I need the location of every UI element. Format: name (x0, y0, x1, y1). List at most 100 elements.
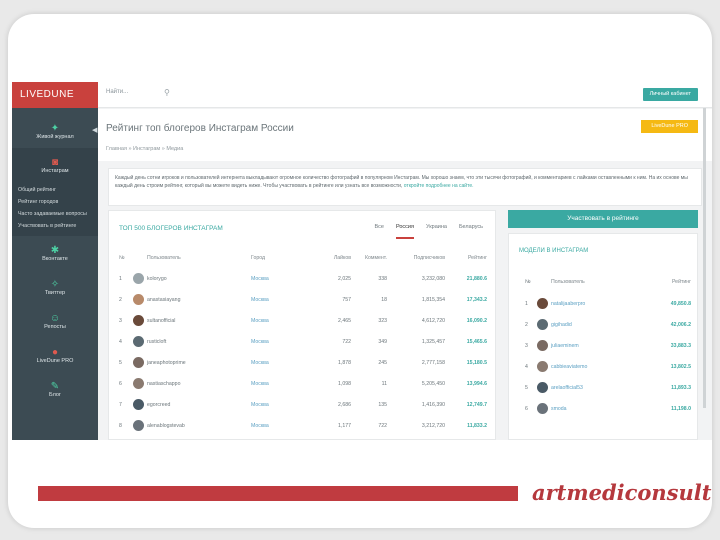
row-user[interactable]: arelaofficial53 (551, 385, 655, 391)
row-city[interactable]: Москва (251, 276, 269, 282)
table-row[interactable]: 2 anastasiayang Москва 757 18 1,815,354 17,343… (119, 290, 487, 310)
avatar[interactable] (133, 272, 144, 284)
sidebar-item-instagram[interactable]: ◙ Инстаграм (12, 148, 98, 182)
collapse-arrow-icon[interactable]: ◀ (92, 126, 97, 134)
row-user[interactable]: anastasiayang (147, 297, 251, 303)
table-row[interactable]: 5 janeaphotoprime Москва 1,878 245 2,777,158 1… (119, 353, 487, 373)
table-row[interactable]: 1 kolorygo Москва 2,025 338 3,232,080 21,880.6 (119, 269, 487, 289)
tab-russia[interactable]: Россия (395, 224, 414, 239)
avatar[interactable] (537, 297, 548, 309)
submenu-item[interactable]: Участвовать в рейтинге (12, 220, 98, 232)
row-city[interactable]: Москва (251, 297, 269, 303)
tab-all[interactable]: Все (374, 224, 383, 239)
tab-belarus[interactable]: Беларусь (459, 224, 483, 239)
row-city[interactable]: Москва (251, 402, 269, 408)
avatar[interactable] (537, 360, 548, 372)
row-user[interactable]: sultanofficial (147, 318, 251, 324)
footer-brand: artmediconsult.ru (532, 480, 712, 505)
avatar[interactable] (537, 402, 548, 414)
row-user[interactable]: egorcreed (147, 402, 251, 408)
row-subscribers: 1,325,457 (421, 339, 445, 345)
screenshot: LIVEDUNE ✦ Живой журнал ◙ Инстаграм Общи… (12, 82, 712, 440)
row-city[interactable]: Москва (251, 339, 269, 345)
row-city[interactable]: Москва (251, 360, 269, 366)
header-likes[interactable]: Лайков (305, 255, 351, 261)
avatar[interactable] (133, 314, 144, 326)
submenu-item[interactable]: Часто задаваемые вопросы (12, 208, 98, 220)
bloggers-table-card: ТОП 500 БЛОГЕРОВ ИНСТАГРАМ Все Россия Ук… (108, 210, 496, 440)
list-item[interactable]: 2 gigihadid 42,006.2 (525, 315, 691, 335)
table-row[interactable]: 7 egorcreed Москва 2,686 135 1,416,390 12,749.… (119, 395, 487, 415)
row-user[interactable]: rusticloft (147, 339, 251, 345)
row-user[interactable]: nastiaschappo (147, 381, 251, 387)
row-number: 3 (119, 318, 122, 324)
list-item[interactable]: 1 natalijaaberpro 49,850.8 (525, 294, 691, 314)
avatar[interactable] (133, 419, 144, 431)
pro-button[interactable]: LiveDune PRO (641, 120, 698, 133)
row-user[interactable]: gigihadid (551, 322, 655, 328)
info-link[interactable]: откройте подробнее на сайте. (404, 183, 474, 189)
participate-button[interactable]: Участвовать в рейтинге (508, 210, 698, 228)
table-row[interactable]: 6 nastiaschappo Москва 1,098 11 5,205,450 13,9… (119, 374, 487, 394)
header-user[interactable]: Пользователь (147, 255, 251, 261)
list-item[interactable]: 4 cabbieaviatemo 13,802.5 (525, 357, 691, 377)
row-user[interactable]: kolorygo (147, 276, 251, 282)
header-subscribers[interactable]: Подписчиков (387, 255, 445, 261)
header-user: Пользователь (551, 279, 585, 285)
list-item[interactable]: 5 arelaofficial53 11,893.3 (525, 378, 691, 398)
row-rating: 17,343.2 (466, 297, 487, 303)
avatar[interactable] (133, 398, 144, 410)
bird-icon: ✦ (50, 122, 60, 134)
scrollbar[interactable] (703, 108, 706, 408)
submenu-item[interactable]: Общий рейтинг (12, 184, 98, 196)
row-subscribers: 1,815,354 (421, 297, 445, 303)
row-likes: 757 (342, 297, 351, 303)
twitter-icon: ✧ (50, 278, 60, 290)
row-user[interactable]: natalijaaberpro (551, 301, 655, 307)
sidebar-item-pro[interactable]: ● LiveDune PRO (12, 338, 98, 372)
avatar[interactable] (133, 293, 144, 305)
avatar[interactable] (537, 381, 548, 393)
row-user[interactable]: smoda (551, 406, 655, 412)
list-item[interactable]: 3 juliaeminem 33,883.3 (525, 336, 691, 356)
row-user[interactable]: alenablogstevab (147, 423, 251, 429)
row-city[interactable]: Москва (251, 423, 269, 429)
header-number: № (119, 255, 125, 261)
sidebar-item-reposts[interactable]: ☺ Репосты (12, 304, 98, 338)
row-subscribers: 3,212,720 (421, 423, 445, 429)
avatar[interactable] (133, 335, 144, 347)
header-rating[interactable]: Рейтинг (445, 255, 487, 261)
header-comments[interactable]: Коммент. (351, 255, 387, 261)
row-city[interactable]: Москва (251, 381, 269, 387)
table-row[interactable]: 4 rusticloft Москва 722 349 1,325,457 15,465.6 (119, 332, 487, 352)
account-button[interactable]: Личный кабинет (642, 88, 698, 101)
topbar: Найти... ⚲ Личный кабинет (98, 82, 712, 108)
row-comments: 722 (378, 423, 387, 429)
sidebar-item-vk[interactable]: ✱ Вконтакте (12, 236, 98, 270)
avatar[interactable] (133, 356, 144, 368)
row-rating: 12,749.7 (466, 402, 487, 408)
avatar[interactable] (537, 318, 548, 330)
row-user[interactable]: janeaphotoprime (147, 360, 251, 366)
submenu-item[interactable]: Рейтинг городов (12, 196, 98, 208)
avatar[interactable] (133, 377, 144, 389)
sidebar-item-blog[interactable]: ✎ Блог (12, 372, 98, 406)
row-city[interactable]: Москва (251, 318, 269, 324)
row-user[interactable]: cabbieaviatemo (551, 364, 655, 370)
row-user[interactable]: juliaeminem (551, 343, 655, 349)
tab-ukraine[interactable]: Украина (426, 224, 447, 239)
table-title: ТОП 500 БЛОГЕРОВ ИНСТАГРАМ (119, 225, 223, 232)
search-icon[interactable]: ⚲ (164, 88, 170, 97)
logo[interactable]: LIVEDUNE (12, 82, 98, 108)
sidebar-item-livejournal[interactable]: ✦ Живой журнал (12, 114, 98, 148)
sidebar-item-twitter[interactable]: ✧ Твиттер (12, 270, 98, 304)
table-row[interactable]: 3 sultanofficial Москва 2,465 323 4,612,720 16… (119, 311, 487, 331)
header-city[interactable]: Город (251, 255, 305, 261)
search-input[interactable]: Найти... (106, 89, 128, 95)
row-number: 3 (525, 343, 528, 349)
breadcrumb[interactable]: Главная » Инстаграм » Медиа (106, 146, 183, 152)
list-item[interactable]: 6 smoda 11,198.0 (525, 399, 691, 419)
table-row[interactable]: 8 alenablogstevab Москва 1,177 722 3,212,720 1… (119, 416, 487, 436)
avatar[interactable] (537, 339, 548, 351)
table-header: № Пользователь Город Лайков Коммент. Под… (119, 248, 487, 268)
